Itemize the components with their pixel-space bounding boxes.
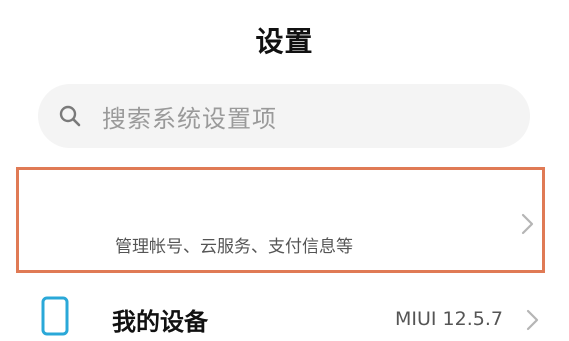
my-device-label: 我的设备 — [112, 308, 208, 336]
chevron-right-icon — [525, 308, 541, 332]
search-icon — [58, 104, 82, 128]
chevron-right-icon — [520, 212, 536, 236]
search-placeholder: 搜索系统设置项 — [102, 104, 277, 133]
phone-icon — [40, 296, 70, 336]
search-bar[interactable]: 搜索系统设置项 — [38, 84, 530, 148]
account-settings-item[interactable]: 管理帐号、云服务、支付信息等 — [16, 167, 545, 273]
my-device-item[interactable]: 我的设备 MIUI 12.5.7 — [0, 290, 569, 341]
account-subtitle: 管理帐号、云服务、支付信息等 — [115, 237, 353, 257]
miui-version-value: MIUI 12.5.7 — [395, 308, 503, 330]
page-title: 设置 — [255, 25, 314, 58]
